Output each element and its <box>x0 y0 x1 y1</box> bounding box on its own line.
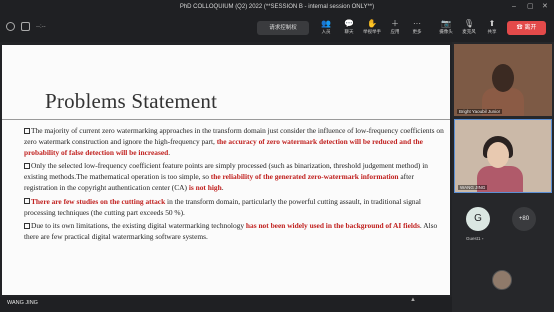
participant-name: WANG JING <box>458 185 488 190</box>
apps-icon: ＋ <box>391 19 399 28</box>
active-speaker-tile[interactable]: WANG JING <box>454 119 552 193</box>
slide-bullet: There are few studies on the cutting att… <box>24 197 444 219</box>
highlight-text: is not high <box>188 182 222 192</box>
participant-video-tile[interactable]: Bright Yaoubil Junior <box>454 44 552 116</box>
people-button[interactable]: 👥 入员 <box>315 18 337 35</box>
mic-button[interactable]: 🎙 麦克风 <box>458 18 480 35</box>
more-button[interactable]: ··· 更多 <box>406 18 428 35</box>
checkbox-bullet-icon <box>24 127 30 134</box>
highlight-text: There are few studies on the cutting att… <box>31 196 166 206</box>
checkbox-bullet-icon <box>24 162 30 169</box>
participant-avatar[interactable] <box>492 270 512 290</box>
bullet-text: Due to its own limitations, the existing… <box>31 221 246 231</box>
shared-screen: Problems Statement The majority of curre… <box>0 42 452 297</box>
chat-button[interactable]: 💬 聊天 <box>338 18 360 35</box>
participant-face <box>487 142 509 168</box>
meeting-toolbar: --:-- 请求控制权 👥 入员 💬 聊天 ✋ 举视举手 ＋应用 ··· 更多 📷 摄像头… <box>0 14 554 42</box>
presenter-name: WANG JING <box>7 300 38 306</box>
camera-button[interactable]: 📷 摄像头 <box>435 18 457 35</box>
more-icon: ··· <box>413 19 421 28</box>
toolbar-left: --:-- <box>6 22 46 31</box>
checkbox-bullet-icon <box>24 222 30 229</box>
request-control-button[interactable]: 请求控制权 <box>257 21 309 35</box>
close-icon[interactable]: ✕ <box>542 2 548 12</box>
caret-up-icon[interactable]: ▲ <box>410 297 416 303</box>
more-participants-button[interactable]: +80 <box>512 207 536 231</box>
slide-title: Problems Statement <box>45 89 218 113</box>
raise-hand-icon: ✋ <box>367 19 377 28</box>
checkbox-bullet-icon <box>24 198 30 205</box>
leave-button[interactable]: ☎ 离开 <box>507 21 546 35</box>
presentation-slide: Problems Statement The majority of curre… <box>2 45 450 295</box>
bullet-text: . <box>168 147 171 157</box>
share-button[interactable]: ⬆ 共享 <box>481 18 503 35</box>
guest-name: Guest1 ▫ <box>466 236 484 241</box>
share-icon: ⬆ <box>488 19 496 28</box>
bullet-text: . <box>221 182 224 192</box>
slide-bullet: The majority of current zero watermarkin… <box>24 126 444 158</box>
guest-avatar[interactable]: G <box>466 207 490 231</box>
window-title: PhD COLLOQUIUM (Q2) 2022 (**SESSION B - … <box>179 4 375 10</box>
people-icon: 👥 <box>321 19 331 28</box>
window-titlebar: PhD COLLOQUIUM (Q2) 2022 (**SESSION B - … <box>0 0 554 14</box>
minimize-icon[interactable]: – <box>512 2 516 12</box>
shield-icon[interactable] <box>6 22 15 31</box>
camera-icon: 📷 <box>441 19 451 28</box>
highlight-text: has not been widely used in the backgrou… <box>245 221 420 231</box>
mic-icon: 🎙 <box>463 19 475 28</box>
maximize-icon[interactable]: ▢ <box>527 2 534 12</box>
slide-bullet: Only the selected low-frequency coeffici… <box>24 161 444 193</box>
bullet-list: The majority of current zero watermarkin… <box>24 126 444 246</box>
raise-hand-button[interactable]: ✋ 举视举手 <box>361 18 383 35</box>
participant-name: Bright Yaoubil Junior <box>457 109 503 114</box>
grid-icon[interactable] <box>21 22 30 31</box>
presenter-strip: WANG JING ▲ <box>0 297 452 312</box>
apps-button[interactable]: ＋应用 <box>384 18 406 35</box>
highlight-text: the reliability of the generated zero-wa… <box>210 172 399 182</box>
title-divider <box>2 119 450 120</box>
participant-face <box>492 64 514 92</box>
chat-icon: 💬 <box>344 19 354 28</box>
slide-bullet: Due to its own limitations, the existing… <box>24 221 444 243</box>
meeting-timer: --:-- <box>36 23 46 30</box>
